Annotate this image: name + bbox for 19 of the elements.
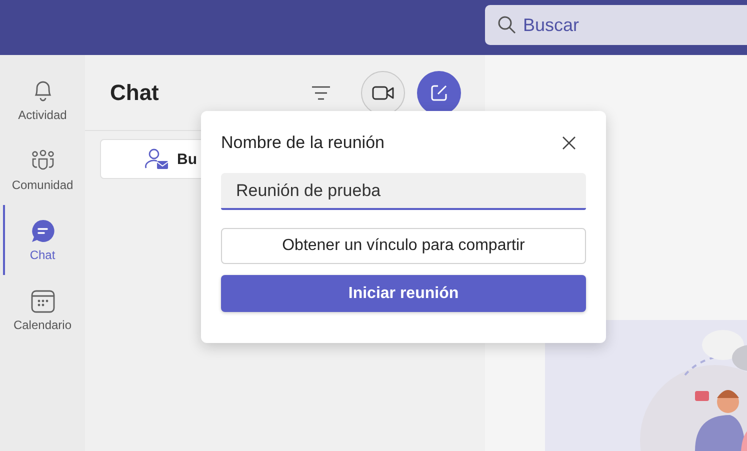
meeting-name-field[interactable]: Reunión de prueba xyxy=(221,173,586,210)
people-icon xyxy=(30,148,56,172)
dialog-title: Nombre de la reunión xyxy=(221,133,384,154)
start-meeting-button[interactable]: Iniciar reunión xyxy=(221,275,586,312)
search-field[interactable]: Buscar xyxy=(485,5,747,45)
calendar-icon xyxy=(30,288,56,312)
compose-icon xyxy=(430,84,448,102)
rail-item[interactable]: Comunidad xyxy=(3,135,80,205)
panel-title: Chat xyxy=(110,80,160,106)
rail-item[interactable]: Calendario xyxy=(3,275,80,345)
chat-icon xyxy=(30,218,56,242)
filter-icon[interactable] xyxy=(311,86,331,100)
close-icon xyxy=(562,136,576,150)
search-icon xyxy=(497,15,517,35)
rail-item[interactable]: Chat xyxy=(3,205,80,275)
rail-item[interactable]: Actividad xyxy=(3,65,80,135)
video-camera-icon xyxy=(372,84,394,100)
contact-mail-icon xyxy=(145,148,169,170)
share-link-button[interactable]: Obtener un vínculo para compartir xyxy=(221,228,586,264)
